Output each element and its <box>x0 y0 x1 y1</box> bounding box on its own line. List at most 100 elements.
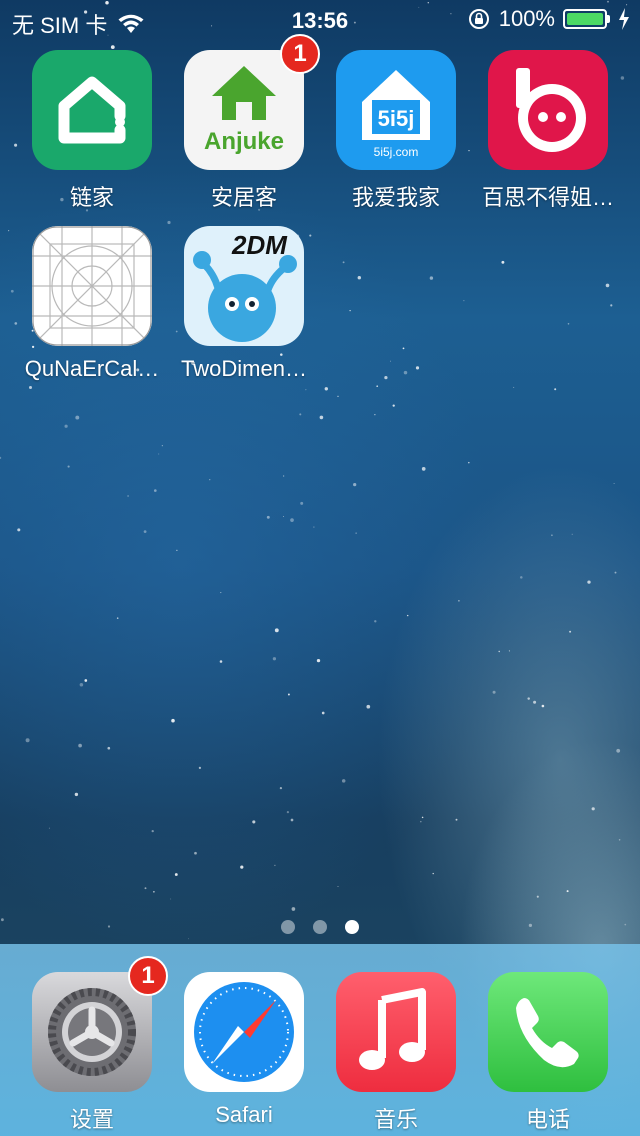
star <box>458 599 460 602</box>
star <box>300 501 304 505</box>
star <box>290 518 294 522</box>
5i5j-icon: 5i5j 5i5j.com <box>336 50 456 170</box>
page-dot[interactable] <box>281 920 295 934</box>
app-lianjia[interactable]: 链家 <box>16 50 168 212</box>
star <box>272 657 277 661</box>
star <box>0 456 2 460</box>
app-baisibudejie[interactable]: 百思不得姐… <box>472 50 624 212</box>
app-label: 百思不得姐… <box>481 185 614 210</box>
star <box>337 885 339 888</box>
svg-text:5i5j: 5i5j <box>378 106 415 131</box>
app-twodimen[interactable]: 2DM TwoDimen… <box>168 226 320 382</box>
star <box>513 386 515 388</box>
star <box>75 415 80 420</box>
star <box>153 489 157 492</box>
star <box>421 467 426 471</box>
star <box>468 461 470 464</box>
lianjia-house-icon <box>32 50 152 170</box>
star <box>376 385 379 388</box>
star <box>316 658 321 663</box>
status-bar: 无 SIM 卡 13:56 100% <box>0 0 640 40</box>
star <box>541 704 545 708</box>
app-qunaercal[interactable]: QuNaErCal… <box>16 226 168 382</box>
phone-handset-icon <box>488 972 608 1092</box>
star <box>613 483 615 485</box>
star <box>554 388 557 391</box>
star <box>167 220 171 225</box>
app-5i5j[interactable]: 5i5j 5i5j.com 我爱我家 <box>320 50 472 212</box>
star <box>198 766 202 770</box>
page-dot[interactable] <box>313 920 327 934</box>
star <box>48 827 50 829</box>
star <box>520 576 523 579</box>
orientation-lock-icon <box>468 9 489 29</box>
star <box>8 230 10 232</box>
star <box>116 617 119 619</box>
star <box>392 404 395 407</box>
dock-app-phone[interactable]: 电话 <box>472 972 624 1134</box>
star <box>571 533 573 535</box>
star <box>313 526 315 528</box>
2dm-icon: 2DM <box>184 226 304 346</box>
dock: 1 设置 Safari 音乐 电话 <box>0 944 640 1136</box>
star <box>415 366 420 370</box>
star <box>143 530 147 533</box>
star <box>389 360 392 362</box>
star <box>508 650 510 652</box>
star <box>463 300 465 302</box>
star <box>194 851 197 855</box>
star <box>107 746 111 750</box>
star <box>305 389 307 391</box>
star <box>176 549 178 551</box>
star <box>220 592 222 594</box>
notification-badge: 1 <box>280 34 320 74</box>
battery-icon <box>563 9 610 29</box>
star <box>402 347 405 350</box>
page-indicator[interactable] <box>0 920 640 934</box>
star <box>566 890 569 893</box>
star <box>291 907 296 911</box>
dock-app-settings[interactable]: 1 设置 <box>16 956 168 1134</box>
star <box>342 261 345 264</box>
star <box>266 515 270 519</box>
dock-app-music[interactable]: 音乐 <box>320 972 472 1134</box>
star <box>67 465 70 468</box>
star <box>151 829 154 833</box>
star <box>616 748 621 753</box>
star <box>283 475 285 477</box>
battery-percent: 100% <box>498 6 555 31</box>
star <box>366 704 371 709</box>
star <box>587 580 591 584</box>
notification-badge: 1 <box>128 956 168 996</box>
star <box>188 938 189 940</box>
star <box>279 786 283 790</box>
star <box>144 887 147 890</box>
star <box>384 375 388 380</box>
star <box>161 445 163 447</box>
star <box>290 818 294 822</box>
app-label: QuNaErCal… <box>24 356 160 381</box>
star <box>374 414 376 416</box>
star <box>110 45 115 49</box>
page-dot[interactable] <box>345 920 359 934</box>
star <box>158 453 160 455</box>
star <box>17 528 21 532</box>
star <box>240 865 244 869</box>
star <box>349 309 351 312</box>
dock-app-safari[interactable]: Safari <box>168 972 320 1128</box>
battery-tip <box>607 15 610 23</box>
app-anjuke[interactable]: 1 Anjuke 安居客 <box>168 34 320 212</box>
star <box>501 260 505 264</box>
star <box>319 415 324 420</box>
battery-fill <box>567 13 603 25</box>
star <box>420 820 422 823</box>
star <box>25 738 30 743</box>
app-label: Safari <box>215 1102 273 1127</box>
star <box>209 479 211 481</box>
star <box>533 700 537 704</box>
star <box>569 630 572 633</box>
star <box>337 395 339 397</box>
star <box>29 386 32 389</box>
app-label: 音乐 <box>373 1107 418 1132</box>
anjuke-wordmark: Anjuke <box>203 128 284 155</box>
